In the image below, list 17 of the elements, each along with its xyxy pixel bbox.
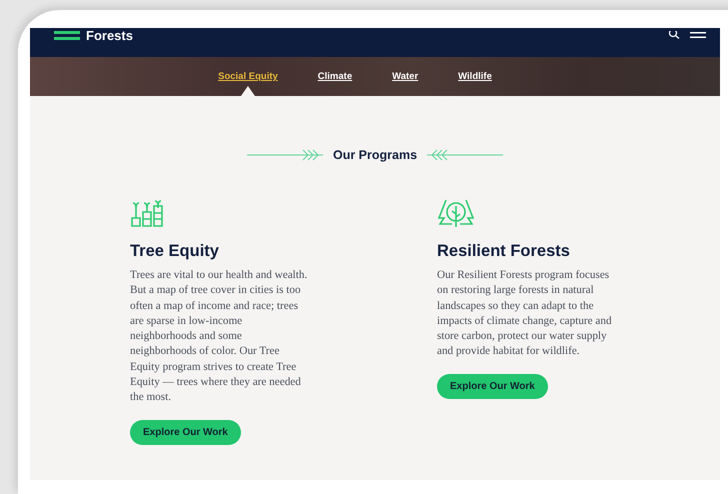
menu-icon[interactable] bbox=[690, 32, 706, 38]
seedlings-icon bbox=[130, 198, 164, 228]
logo-icon bbox=[54, 30, 80, 40]
nav-tab[interactable]: Wildlife bbox=[458, 71, 492, 82]
trees-icon bbox=[437, 198, 475, 228]
program-title: Resilient Forests bbox=[437, 242, 570, 261]
explore-button[interactable]: Explore Our Work bbox=[437, 374, 548, 399]
nav-tab[interactable]: Social Equity bbox=[218, 71, 278, 82]
program-title: Tree Equity bbox=[130, 242, 219, 261]
section-title: Our Programs bbox=[332, 148, 418, 162]
program-description: Our Resilient Forests program focuses on restoring large forests in natural landscapes so they can adapt to the impacts of climate change, capture and store carbon, protect our water supply and provide habitat for wildlife. bbox=[437, 268, 613, 360]
program-description: Trees are vital to our health and wealth. But a map of tree cover in cities is too often a map of income and race; trees are sparse in low-income neighborhoods and some neighborhoods of color. Our Tree Equity program strives to create Tree Equity — trees where they are needed the most. bbox=[130, 268, 308, 406]
logo-text[interactable]: Forests bbox=[86, 28, 133, 43]
nav-tab[interactable]: Water bbox=[392, 71, 418, 82]
explore-button[interactable]: Explore Our Work bbox=[130, 420, 241, 445]
nav-tab[interactable]: Climate bbox=[318, 71, 352, 82]
search-icon[interactable] bbox=[669, 30, 680, 38]
